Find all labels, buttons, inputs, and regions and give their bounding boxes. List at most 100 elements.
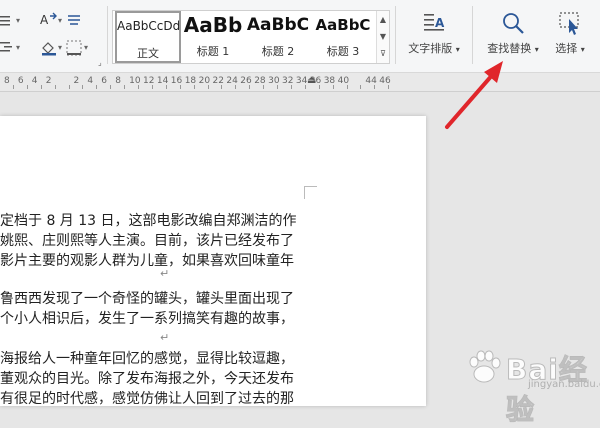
ruler-tick — [151, 85, 153, 89]
ruler-tick — [277, 85, 279, 89]
chevron-down-icon[interactable]: ▾ — [84, 43, 88, 52]
style-normal[interactable]: AaBbCcDd 正文 — [115, 11, 181, 63]
document-text-line: 定档于 8 月 13 日，这部电影改编自郑渊洁的作 — [0, 213, 297, 229]
select-label: 选择 — [555, 42, 578, 55]
ruler-tick — [332, 85, 334, 89]
document-text-line: 个小人相识后，发生了一系列搞笑有趣的故事， — [0, 311, 294, 327]
svg-text:A: A — [40, 13, 49, 27]
ruler-tick — [249, 85, 251, 89]
style-heading-3[interactable]: AaBbC 标题 3 — [311, 11, 375, 63]
borders-icon[interactable] — [66, 40, 82, 56]
select-button[interactable]: 选择 ▾ — [548, 10, 592, 56]
style-preview: AaBbCcDd — [117, 19, 179, 33]
text-layout-button[interactable]: A 文字排版 ▾ — [402, 10, 466, 56]
dialog-launcher-icon[interactable]: ⌟ — [98, 58, 102, 67]
find-replace-label: 查找替换 — [487, 42, 532, 55]
ruler-tick — [346, 85, 348, 89]
line-spacing-icon[interactable] — [66, 12, 82, 28]
divider — [107, 6, 108, 64]
document-text-line: 董观众的目光。除了发布海报之外，今天还发布 — [0, 371, 294, 387]
ruler-number: 4 — [87, 76, 94, 86]
style-name: 正文 — [137, 47, 159, 60]
ruler-tick — [110, 85, 112, 89]
select-cursor-icon — [559, 12, 579, 35]
ruler-number: 8 — [115, 76, 121, 86]
style-heading-1[interactable]: AaBb 标题 1 — [181, 11, 245, 63]
ruler-tick — [318, 85, 320, 89]
paragraph-mark: ↵ — [160, 331, 170, 344]
chevron-down-icon[interactable]: ▾ — [16, 43, 20, 52]
ruler-tick — [193, 85, 195, 89]
document-text-line: 姚熙、庄则熙等人主演。目前，该片已经发布了 — [0, 233, 294, 249]
ruler-number: 8 — [4, 76, 10, 86]
paragraph-mark: ↵ — [160, 267, 170, 280]
ruler-number: 4 — [31, 76, 38, 86]
document-text-line: 鲁西西发现了一个奇怪的罐头，罐头里面出现了 — [0, 291, 294, 307]
style-name: 标题 2 — [261, 45, 295, 58]
style-preview: AaBb — [183, 13, 243, 37]
margin-corner-mark — [304, 186, 317, 199]
ruler-tick — [388, 85, 390, 89]
ruler-number: 2 — [45, 76, 52, 86]
ruler-tick — [304, 85, 306, 89]
list-icon[interactable] — [0, 14, 14, 28]
chevron-down-icon: ▾ — [534, 45, 539, 54]
watermark-url: jingyan.baidu.com — [528, 379, 600, 390]
shading-icon[interactable] — [40, 40, 58, 56]
ruler-number: 2 — [73, 76, 80, 86]
style-heading-2[interactable]: AaBbC 标题 2 — [245, 11, 311, 63]
ruler-tick — [207, 85, 209, 89]
baidu-paw-logo — [469, 350, 501, 383]
ruler-tick — [179, 85, 181, 89]
text-direction-icon[interactable]: A — [40, 12, 58, 28]
ruler-tick — [12, 85, 14, 89]
ruler-tick — [138, 85, 140, 89]
ruler-tick — [68, 85, 70, 89]
chevron-down-icon: ▾ — [580, 45, 585, 54]
horizontal-ruler[interactable]: 8 6 4 2 2 4 6 8 10 12 14 16 18 20 22 24 26 28 30 32 34 36 38 40… — [0, 73, 600, 92]
ruler-tick — [54, 85, 56, 89]
text-layout-icon: A — [424, 14, 445, 31]
expand-icon[interactable]: ⊽ — [377, 45, 389, 62]
style-preview: AaBbC — [315, 16, 371, 34]
svg-text:A: A — [435, 16, 445, 30]
baidu-jingyan-watermark: Bai经验 jingyan.baidu.com — [462, 345, 600, 427]
chevron-down-icon[interactable]: ▾ — [16, 16, 20, 25]
styles-scroll[interactable]: ▲ ▼ ⊽ — [376, 11, 389, 63]
indent-marker-icon[interactable]: ⏏ — [307, 75, 316, 86]
scroll-up-icon[interactable]: ▲ — [377, 11, 389, 28]
ruler-tick — [235, 85, 237, 89]
ruler-number: 6 — [17, 76, 24, 86]
ruler-number: 6 — [101, 76, 108, 86]
document-text-line: 海报给人一种童年回忆的感觉，显得比较逗趣， — [0, 351, 294, 367]
style-preview: AaBbC — [246, 15, 310, 35]
chevron-down-icon[interactable]: ▾ — [58, 16, 62, 25]
ruler-tick — [96, 85, 98, 89]
document-page[interactable]: 定档于 8 月 13 日，这部电影改编自郑渊洁的作 姚熙、庄则熙等人主演。目前，该… — [0, 116, 426, 407]
style-name: 标题 1 — [196, 45, 230, 58]
ribbon-toolbar: ▾ A ▾ ▾ ▾ ▾ ⌟ AaBbCcDd 正文 AaBb 标题 1 AaBb… — [0, 0, 600, 73]
ruler-tick — [360, 85, 362, 89]
find-replace-button[interactable]: 查找替换 ▾ — [478, 10, 548, 56]
styles-gallery: AaBbCcDd 正文 AaBb 标题 1 AaBbC 标题 2 AaBbC 标… — [112, 10, 390, 64]
chevron-down-icon: ▾ — [455, 45, 460, 54]
scroll-down-icon[interactable]: ▼ — [377, 28, 389, 45]
ruler-tick — [82, 85, 84, 89]
ruler-tick — [26, 85, 28, 89]
document-text-line: 影片主要的观影人群为儿童，如果喜欢回味童年 — [0, 253, 294, 269]
chevron-down-icon[interactable]: ▾ — [58, 43, 62, 52]
search-icon — [503, 13, 524, 34]
ruler-tick — [290, 85, 292, 89]
document-text-line: 有很足的时代感，感觉仿佛让人回到了过去的那 — [0, 391, 294, 407]
divider — [472, 6, 473, 64]
style-name: 标题 3 — [326, 45, 360, 58]
indent-icon[interactable] — [0, 40, 14, 54]
ruler-tick — [374, 85, 376, 89]
ruler-tick — [40, 85, 42, 89]
ruler-tick — [165, 85, 167, 89]
ruler-tick — [124, 85, 126, 89]
text-layout-label: 文字排版 — [408, 42, 453, 55]
ruler-tick — [221, 85, 223, 89]
ruler-tick — [263, 85, 265, 89]
divider — [395, 6, 396, 64]
